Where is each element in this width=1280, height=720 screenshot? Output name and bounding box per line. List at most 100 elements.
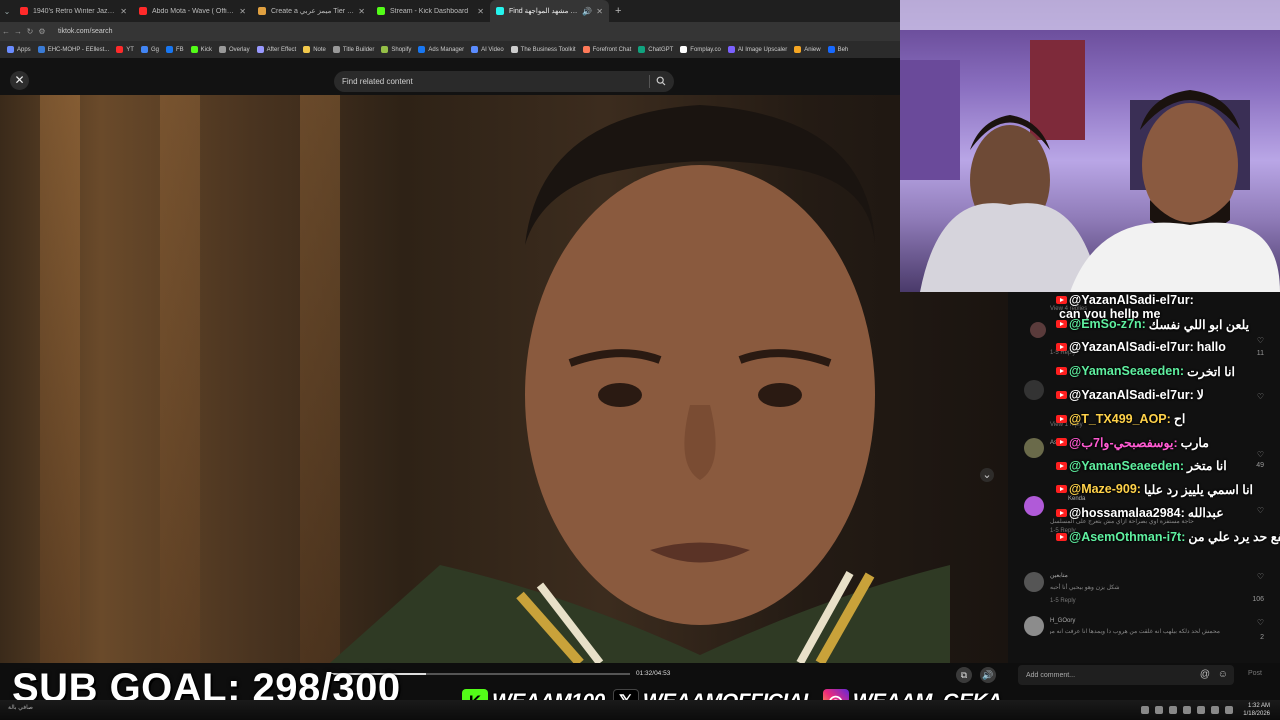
bookmark-item[interactable]: Fomplay.co [680, 46, 721, 53]
chevron-up-icon[interactable] [1141, 706, 1150, 714]
reply-link[interactable]: 1-5 Reply [1050, 598, 1076, 604]
search-icon[interactable] [656, 76, 666, 86]
bookmark-icon [165, 46, 173, 53]
avatar[interactable] [1030, 322, 1046, 338]
bookmark-item[interactable]: AI Video [471, 46, 504, 53]
commenter-name[interactable]: H_GOory [1050, 618, 1075, 624]
reload-icon[interactable]: ↻ [24, 27, 36, 36]
close-icon[interactable]: ✕ [10, 71, 29, 90]
bookmark-item[interactable]: Forefront Chat [582, 46, 631, 53]
heart-icon[interactable]: ♡ [1257, 336, 1264, 345]
app-tray-icon[interactable] [1169, 706, 1178, 714]
bookmark-label: Overlay [228, 46, 250, 53]
background-wood-panel [40, 95, 80, 663]
clock-time: 1:32 AM [1247, 703, 1270, 709]
heart-icon[interactable]: ♡ [1257, 450, 1264, 459]
new-tab-button[interactable]: + [615, 5, 621, 17]
bookmark-item[interactable]: Shopify [381, 46, 411, 53]
wifi-icon[interactable] [1211, 706, 1220, 714]
search-input[interactable]: Find related content [334, 71, 674, 92]
heart-icon[interactable]: ♡ [1257, 392, 1264, 401]
avatar[interactable] [1024, 380, 1044, 400]
heart-icon[interactable]: ♡ [1257, 572, 1264, 581]
chat-message: @T_TX499_AOP: اح [1056, 411, 1185, 426]
speaker-icon[interactable]: 🔊 [582, 7, 592, 16]
bookmark-item[interactable]: After Effect [256, 46, 296, 53]
bookmark-item[interactable]: Note [303, 46, 326, 53]
avatar[interactable] [1024, 616, 1044, 636]
close-tab-icon[interactable]: ✕ [596, 7, 603, 16]
chat-message: @YamanSeaeeden: انا اتخرت [1056, 364, 1235, 379]
tab-3[interactable]: Stream - Kick Dashboard ✕ [371, 0, 490, 22]
bookmark-icon [190, 46, 198, 53]
tab-2[interactable]: Create a ميمز عربي Tier List - TierM ✕ [252, 0, 371, 22]
add-comment-placeholder: Add comment... [1026, 671, 1076, 679]
chat-message: @AsemOthman-i7t:ينفع حد يرد علي من [1056, 529, 1280, 544]
app-tray-icon[interactable] [1197, 706, 1206, 714]
emoji-icon[interactable]: ☺ [1218, 669, 1228, 680]
forward-icon[interactable]: → [12, 27, 24, 36]
tab-1[interactable]: Abdo Mota - Wave ( Official m ✕ [133, 0, 252, 22]
bookmark-item[interactable]: The Business Toolkit [510, 46, 576, 53]
bookmark-item[interactable]: Beh [827, 46, 848, 53]
avatar[interactable] [1024, 572, 1044, 592]
app-tray-icon[interactable] [1183, 706, 1192, 714]
bookmark-item[interactable]: Aniew [794, 46, 821, 53]
close-tab-icon[interactable]: ✕ [239, 7, 246, 16]
tab-4-active[interactable]: Find تحويل مشهد المواجهة 🔊 ✕ [490, 0, 609, 22]
close-tab-icon[interactable]: ✕ [358, 7, 365, 16]
bookmark-label: The Business Toolkit [520, 46, 576, 53]
heart-icon[interactable]: ♡ [1257, 618, 1264, 627]
bookmark-label: Apps [17, 46, 31, 53]
site-info-icon[interactable]: ⚙ [36, 27, 48, 36]
commenter-name[interactable]: متابعين [1050, 572, 1068, 579]
bookmark-item[interactable]: EHC-MOHP - EEllest... [37, 46, 109, 53]
add-comment-input[interactable]: Add comment... @ ☺ [1018, 665, 1234, 685]
chat-message: @YazanAlSadi-el7ur: لا [1056, 387, 1204, 402]
chat-username: @hossamalaa2984: [1069, 505, 1185, 520]
bookmark-item[interactable]: Title Builder [332, 46, 374, 53]
close-tab-icon[interactable]: ✕ [120, 7, 127, 16]
chat-username: @AsemOthman-i7t: [1069, 529, 1186, 544]
bookmark-icon [218, 46, 226, 53]
speaker-icon[interactable] [1225, 706, 1234, 714]
chat-text: اح [1173, 412, 1186, 426]
heart-icon[interactable]: ♡ [1257, 506, 1264, 515]
chevron-down-icon[interactable]: ⌄ [980, 468, 994, 482]
chat-text: مارب [1180, 435, 1209, 450]
screen: ⌄ 1940's Retro Winter Jazz Mi ✕ Abdo Mot… [0, 0, 1280, 720]
avatar[interactable] [1024, 496, 1044, 516]
bookmark-item[interactable]: ChatGPT [638, 46, 673, 53]
avatar[interactable] [1024, 438, 1044, 458]
bookmark-label: YT [126, 46, 134, 53]
tab-0[interactable]: 1940's Retro Winter Jazz Mi ✕ [14, 0, 133, 22]
mention-icon[interactable]: @ [1200, 669, 1210, 680]
url-field[interactable]: tiktok.com/search [58, 28, 112, 35]
bookmark-item[interactable]: AI Image Upscaler [727, 46, 787, 53]
post-button[interactable]: Post [1248, 670, 1262, 677]
bookmark-item[interactable]: Apps [7, 46, 31, 53]
bookmark-label: Gg [150, 46, 159, 53]
app-tray-icon[interactable] [1155, 706, 1164, 714]
clock[interactable]: 1:32 AM 1/18/2026 [1243, 702, 1270, 718]
bookmark-item[interactable]: Kick [190, 46, 212, 53]
back-icon[interactable]: ← [0, 27, 12, 36]
video-frame[interactable]: ⌄ [0, 95, 1008, 663]
chat-username: @يوسفصبحي-وا7ب: [1069, 435, 1178, 450]
close-tab-icon[interactable]: ✕ [477, 7, 484, 16]
taskbar: صافي بالة 1:32 AM 1/18/2026 [0, 700, 1280, 720]
bookmark-item[interactable]: Gg [140, 46, 159, 53]
tab-search-icon[interactable]: ⌄ [0, 7, 14, 16]
like-count: 49 [1256, 462, 1264, 469]
bookmark-label: Fomplay.co [690, 46, 721, 53]
bookmark-icon [303, 46, 311, 53]
volume-icon[interactable]: 🔊 [980, 667, 996, 683]
bookmark-item[interactable]: YT [116, 46, 134, 53]
bookmark-item[interactable]: Overlay [218, 46, 250, 53]
bookmark-item[interactable]: FB [165, 46, 184, 53]
bookmark-item[interactable]: Ads Manager [418, 46, 464, 53]
weather-widget[interactable]: صافي بالة [8, 704, 33, 711]
picture-in-picture-icon[interactable]: ⧉ [956, 667, 972, 683]
bookmark-icon [418, 46, 426, 53]
commenter-name[interactable]: Kenda [1068, 496, 1085, 502]
